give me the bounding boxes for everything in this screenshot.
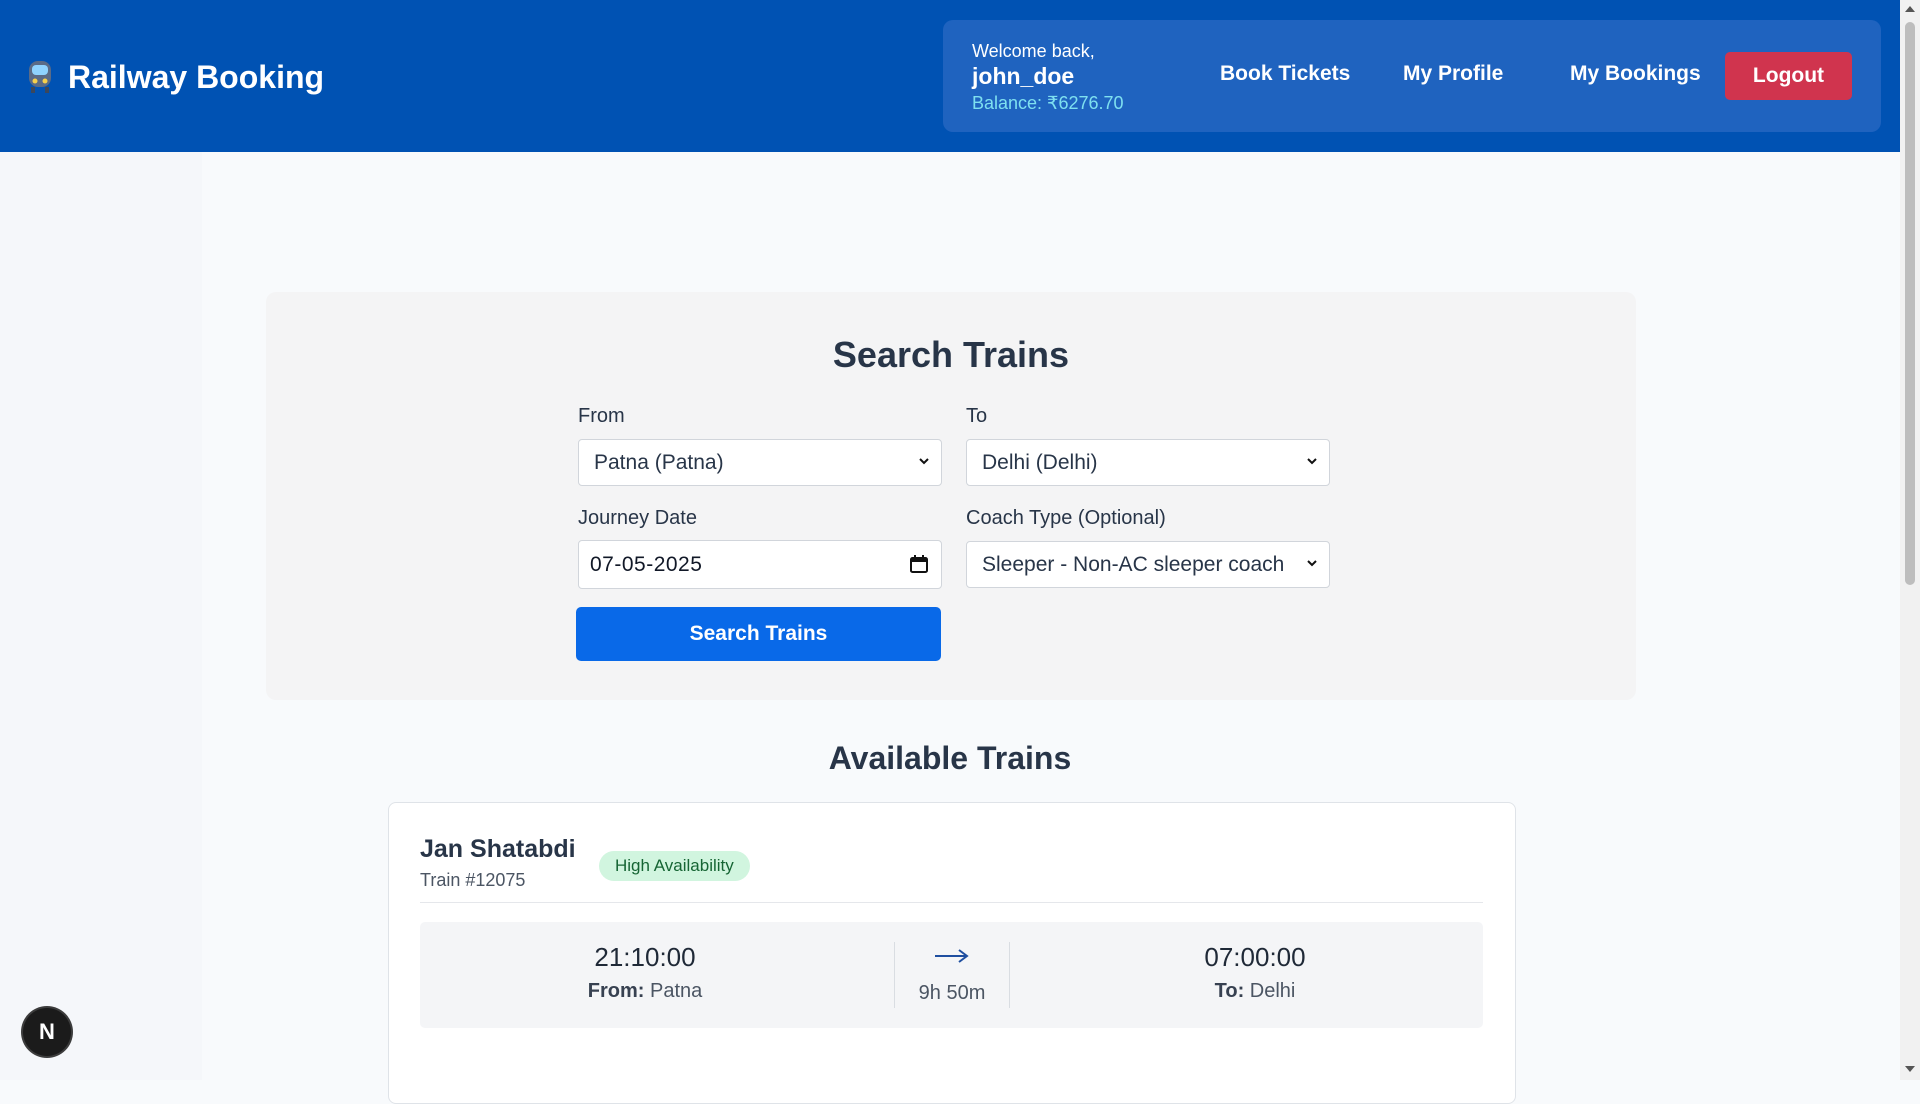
- from-label: From: [578, 405, 625, 427]
- nextjs-dev-button[interactable]: N: [23, 1008, 71, 1056]
- to-station-name: Delhi: [1249, 980, 1296, 1002]
- train-name: Jan Shatabdi: [420, 835, 576, 863]
- from-select[interactable]: Patna (Patna): [578, 439, 942, 486]
- brand[interactable]: Railway Booking: [26, 56, 324, 98]
- nav-my-bookings[interactable]: My Bookings: [1570, 62, 1701, 86]
- coach-type-value: Sleeper - Non-AC sleeper coach: [982, 552, 1285, 576]
- arrival-time: 07:00:00: [1204, 942, 1306, 972]
- to-label: To: [966, 405, 988, 427]
- nav-my-profile[interactable]: My Profile: [1403, 62, 1503, 86]
- to-station: To: Delhi: [1110, 980, 1400, 1003]
- from-station-name: Patna: [649, 980, 703, 1002]
- journey-date-label: Journey Date: [578, 507, 697, 529]
- chevron-down-icon: [1307, 458, 1317, 465]
- calendar-icon[interactable]: [909, 554, 929, 574]
- journey-date-value: 07-05-2025: [590, 552, 703, 576]
- to-select[interactable]: Delhi (Delhi): [966, 439, 1330, 486]
- search-title: Search Trains: [832, 334, 1070, 375]
- scroll-up-arrow-icon[interactable]: [1904, 4, 1916, 14]
- search-trains-button[interactable]: Search Trains: [576, 607, 941, 661]
- logout-button[interactable]: Logout: [1725, 52, 1852, 100]
- search-trains-form: Search Trains From Patna (Patna) To Delh…: [266, 292, 1636, 700]
- nav-book-tickets[interactable]: Book Tickets: [1220, 62, 1350, 86]
- welcome-text: Welcome back,: [972, 41, 1095, 61]
- chevron-down-icon: [1307, 560, 1317, 567]
- scroll-down-arrow-icon[interactable]: [1904, 1064, 1916, 1074]
- train-emoji-icon: [26, 59, 54, 95]
- left-background-stripe: [0, 152, 202, 1080]
- top-navbar: Railway Booking Welcome back, john_doe B…: [0, 0, 1900, 152]
- train-number: Train #12075: [420, 870, 526, 890]
- journey-duration: 9h 50m: [918, 982, 986, 1004]
- from-station-label: From:: [587, 980, 645, 1002]
- to-station-label: To:: [1214, 980, 1245, 1002]
- card-divider: [420, 902, 1483, 903]
- brand-title: Railway Booking: [68, 58, 325, 95]
- to-select-value: Delhi (Delhi): [982, 450, 1098, 474]
- user-nav-panel: Welcome back, john_doe Balance: ₹6276.70…: [943, 20, 1881, 132]
- vertical-scrollbar[interactable]: [1900, 0, 1920, 1080]
- coach-type-select[interactable]: Sleeper - Non-AC sleeper coach: [966, 541, 1330, 588]
- departure-time: 21:10:00: [594, 942, 696, 972]
- coach-type-label: Coach Type (Optional): [966, 507, 1166, 529]
- scrollbar-thumb[interactable]: [1905, 22, 1915, 585]
- from-select-value: Patna (Patna): [594, 450, 724, 474]
- availability-badge: High Availability: [599, 851, 750, 881]
- welcome-block: Welcome back, john_doe Balance: ₹6276.70: [972, 40, 1124, 116]
- arrow-right-icon: [935, 949, 969, 963]
- journey-details: 21:10:00 From: Patna 9h 50m 07:00:00 To:…: [420, 922, 1483, 1028]
- chevron-down-icon: [919, 458, 929, 465]
- divider: [1009, 942, 1010, 1008]
- from-station: From: Patna: [500, 980, 790, 1003]
- balance-text: Balance: ₹6276.70: [972, 93, 1124, 113]
- available-trains-title: Available Trains: [828, 740, 1072, 776]
- train-card[interactable]: Jan Shatabdi Train #12075 High Availabil…: [388, 802, 1516, 1104]
- journey-date-input[interactable]: 07-05-2025: [578, 540, 942, 589]
- username: john_doe: [972, 63, 1075, 89]
